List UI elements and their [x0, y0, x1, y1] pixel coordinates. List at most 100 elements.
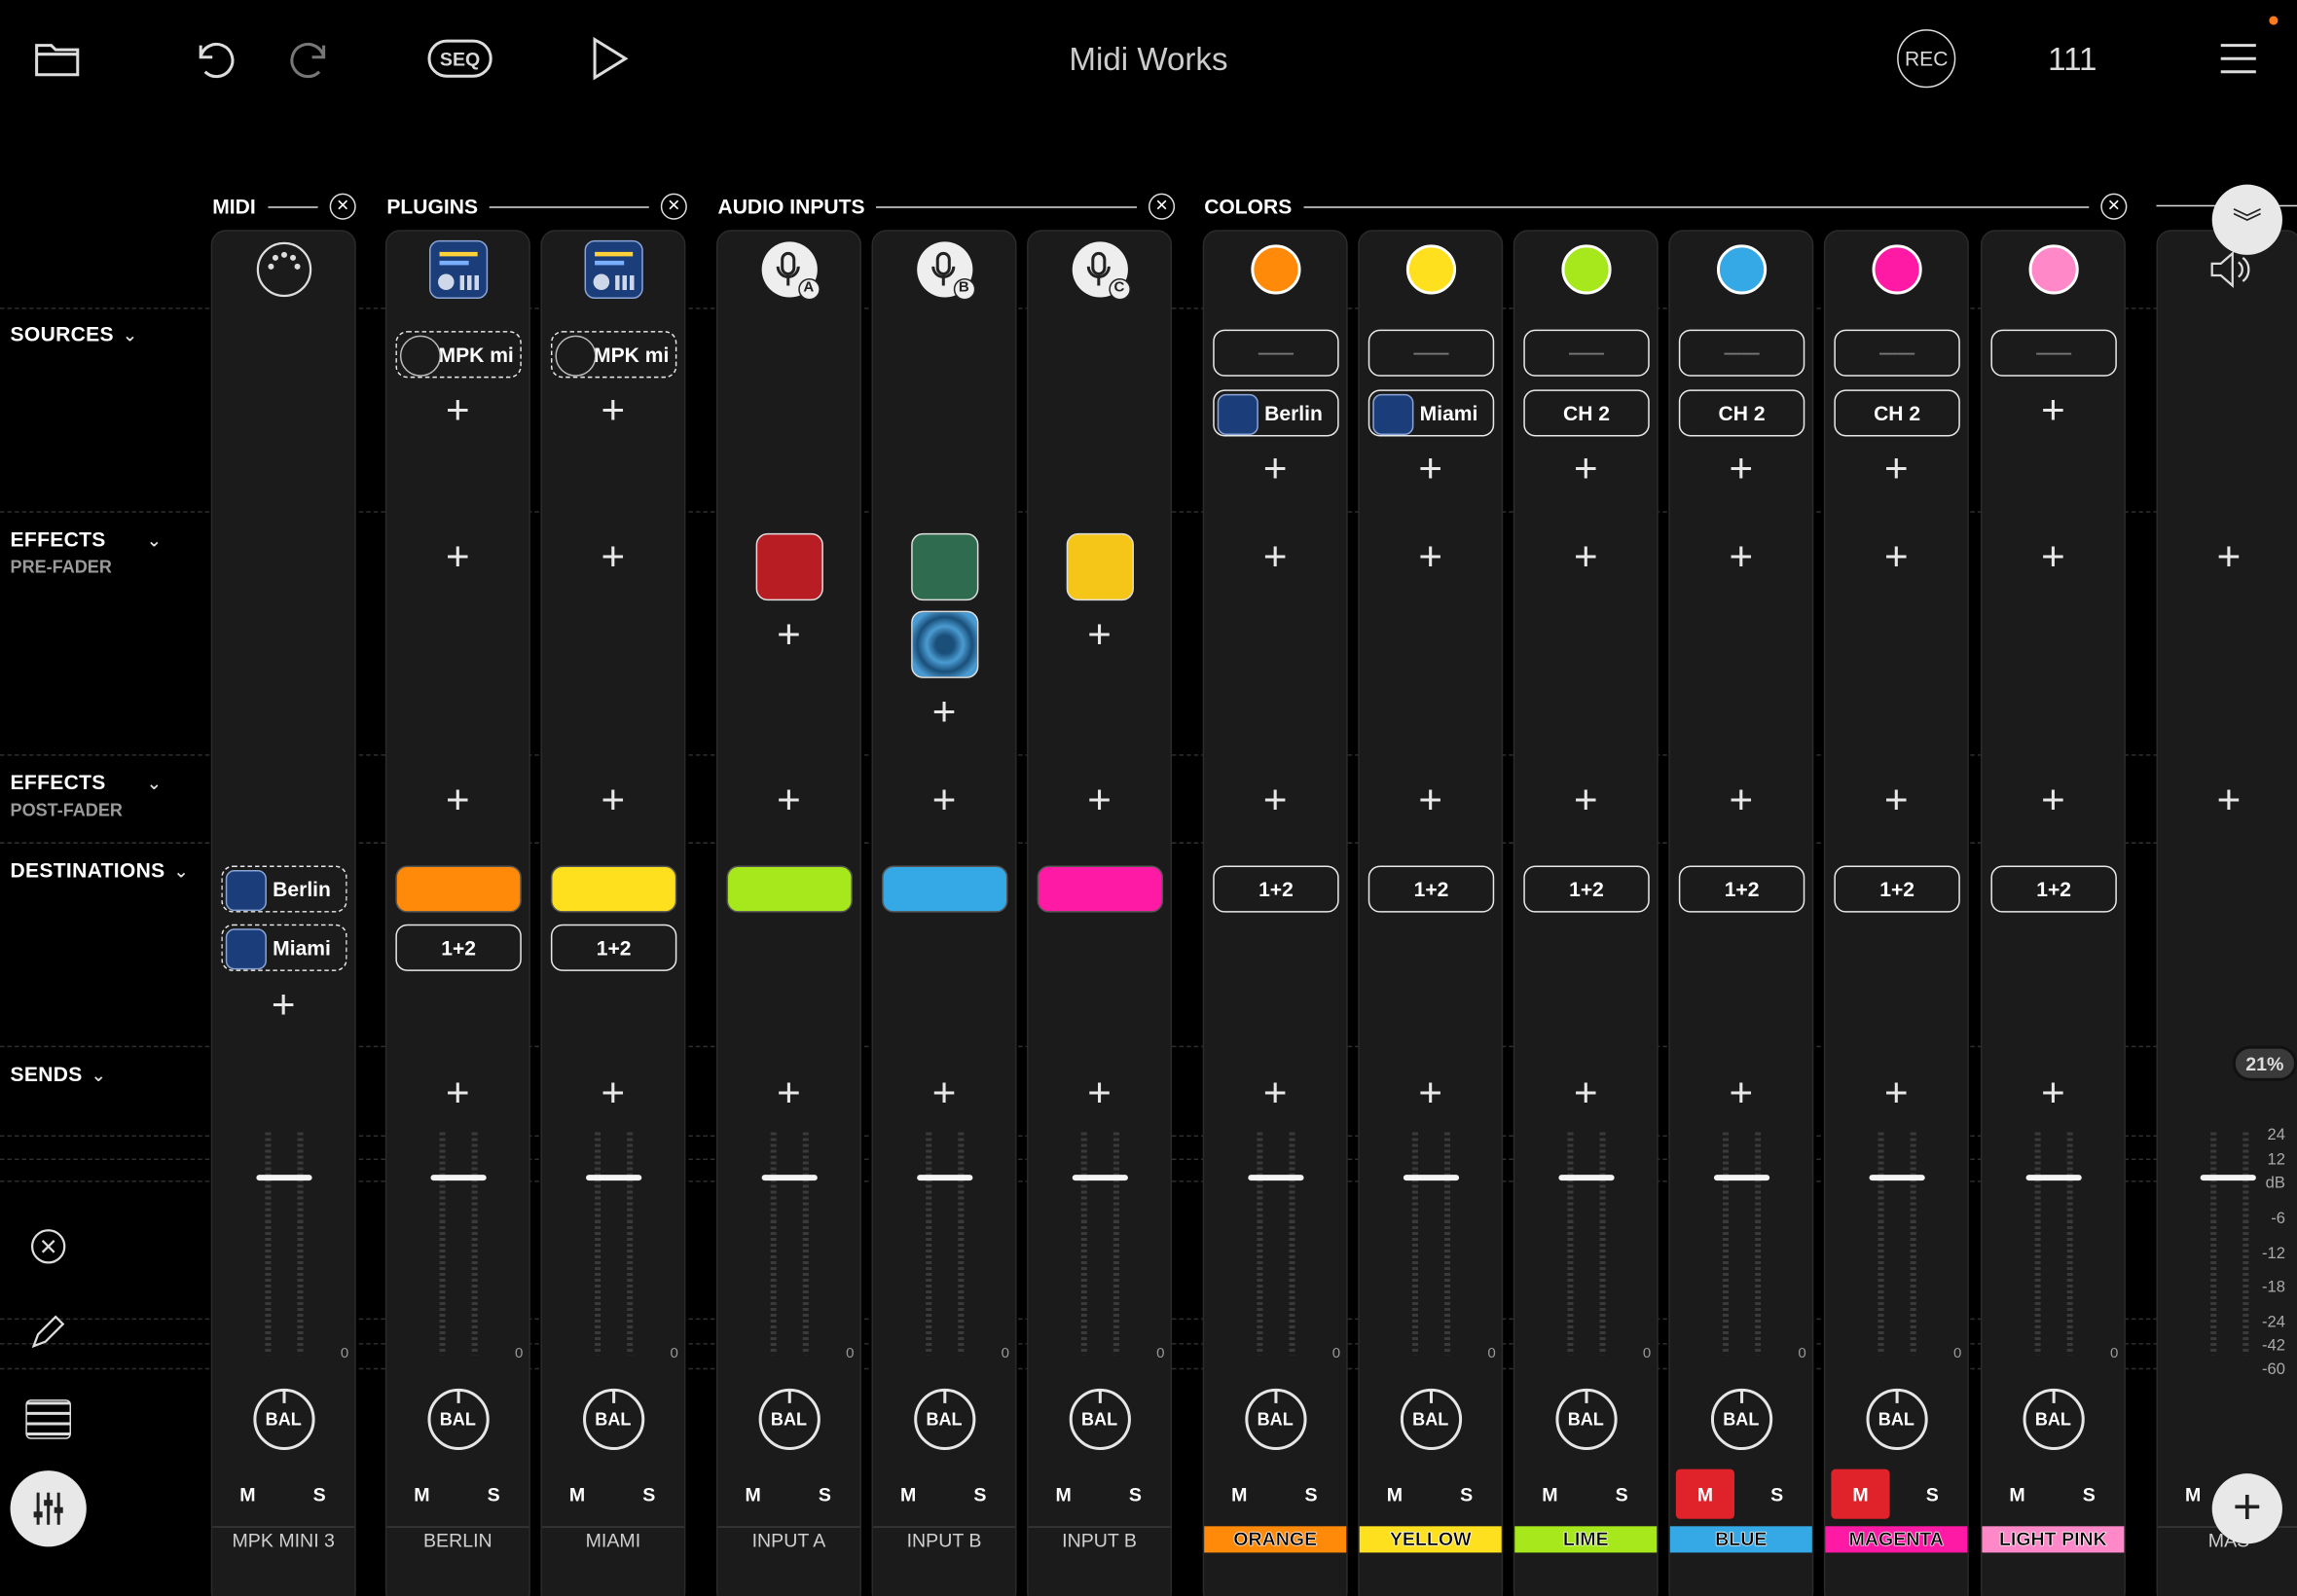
fader-handle[interactable] — [1868, 1175, 1924, 1181]
add-slot-icon[interactable]: + — [1570, 779, 1602, 819]
balance-knob[interactable]: BAL — [1865, 1388, 1927, 1451]
source-slot-empty[interactable]: —— — [1367, 329, 1495, 377]
fader-handle[interactable] — [760, 1175, 818, 1181]
fader-handle[interactable] — [1247, 1175, 1303, 1181]
collapse-group-icon[interactable]: ✕ — [329, 193, 356, 220]
source-slot[interactable]: CH 2 — [1678, 389, 1805, 437]
source-slot-empty[interactable]: —— — [1523, 329, 1650, 377]
collapse-icon[interactable]: ⌄ — [91, 1065, 106, 1085]
add-slot-icon[interactable]: + — [1725, 1071, 1757, 1112]
balance-knob[interactable]: BAL — [426, 1388, 489, 1451]
collapse-group-icon[interactable]: ✕ — [2100, 193, 2128, 220]
add-slot-icon[interactable]: + — [597, 535, 629, 576]
add-slot-icon[interactable]: + — [1570, 535, 1602, 576]
mute-button[interactable]: M — [1987, 1469, 2046, 1519]
add-slot-icon[interactable]: + — [1259, 535, 1292, 576]
channel-name[interactable]: ORANGE — [1204, 1526, 1347, 1553]
add-slot-icon[interactable]: + — [1725, 779, 1757, 819]
close-circle-icon[interactable] — [20, 1218, 76, 1274]
destination-slot[interactable]: Miami — [221, 924, 347, 971]
balance-knob[interactable]: BAL — [2022, 1388, 2085, 1451]
destination-slot[interactable]: 1+2 — [1523, 865, 1650, 913]
add-slot-icon[interactable]: + — [1414, 448, 1446, 489]
reverb-plugin-icon[interactable] — [910, 610, 978, 678]
destination-slot[interactable]: 1+2 — [395, 924, 522, 971]
solo-button[interactable]: S — [951, 1469, 1009, 1519]
color-dot-icon[interactable] — [1402, 240, 1460, 299]
balance-knob[interactable]: BAL — [582, 1388, 644, 1451]
add-slot-icon[interactable]: + — [597, 779, 629, 819]
mute-button[interactable]: M — [1210, 1469, 1268, 1519]
volume-fader[interactable]: 0 — [212, 1132, 354, 1362]
tracks-view-icon[interactable] — [20, 1392, 76, 1447]
mixer-view-icon[interactable] — [10, 1470, 87, 1547]
fader-handle[interactable] — [916, 1175, 972, 1181]
midi-port-icon[interactable] — [254, 240, 312, 299]
add-slot-icon[interactable]: + — [1725, 448, 1757, 489]
add-slot-icon[interactable]: + — [2212, 535, 2244, 576]
add-slot-icon[interactable]: + — [928, 1071, 960, 1112]
collapse-all-icon[interactable]: ︾ — [2211, 184, 2282, 255]
solo-button[interactable]: S — [1592, 1469, 1651, 1519]
source-slot[interactable]: CH 2 — [1834, 389, 1960, 437]
channel-name[interactable]: INPUT B — [873, 1526, 1016, 1552]
collapse-icon[interactable]: ⌄ — [173, 861, 188, 882]
color-dot-icon[interactable] — [1556, 240, 1615, 299]
solo-button[interactable]: S — [620, 1469, 678, 1519]
add-slot-icon[interactable]: + — [1570, 448, 1602, 489]
effects-pre-section[interactable]: EFFECTS ⌄ — [11, 527, 163, 551]
collapse-group-icon[interactable]: ✕ — [1148, 193, 1176, 220]
volume-fader[interactable]: 0 — [717, 1132, 859, 1362]
color-destination[interactable] — [550, 865, 677, 913]
sources-section[interactable]: SOURCES ⌄ — [11, 322, 138, 345]
add-slot-icon[interactable]: + — [1414, 1071, 1446, 1112]
destination-slot[interactable]: 1+2 — [1678, 865, 1805, 913]
color-destination[interactable] — [395, 865, 522, 913]
add-slot-icon[interactable]: + — [1880, 448, 1913, 489]
solo-button[interactable]: S — [1748, 1469, 1806, 1519]
balance-knob[interactable]: BAL — [1244, 1388, 1306, 1451]
add-slot-icon[interactable]: + — [928, 779, 960, 819]
solo-button[interactable]: S — [464, 1469, 523, 1519]
mute-button[interactable]: M — [879, 1469, 937, 1519]
source-slot-empty[interactable]: —— — [1213, 329, 1339, 377]
channel-name[interactable]: BLUE — [1669, 1526, 1812, 1553]
add-slot-icon[interactable]: + — [928, 691, 960, 732]
add-slot-icon[interactable]: + — [2037, 535, 2069, 576]
microphone-icon[interactable]: A — [759, 240, 820, 301]
add-slot-icon[interactable]: + — [442, 389, 474, 430]
mute-button[interactable]: M — [1675, 1469, 1735, 1519]
add-slot-icon[interactable]: + — [442, 779, 474, 819]
destination-slot[interactable]: 1+2 — [1834, 865, 1960, 913]
synth-plugin-icon[interactable] — [583, 239, 642, 300]
add-slot-icon[interactable]: + — [442, 1071, 474, 1112]
destination-slot[interactable]: 1+2 — [1990, 865, 2117, 913]
solo-button[interactable]: S — [290, 1469, 348, 1519]
channel-name[interactable]: BERLIN — [386, 1526, 529, 1552]
fader-handle[interactable] — [585, 1175, 641, 1181]
sends-section[interactable]: SENDS ⌄ — [11, 1062, 107, 1085]
menu-icon[interactable] — [2215, 38, 2262, 79]
mute-button[interactable]: M — [1366, 1469, 1424, 1519]
mute-button[interactable]: M — [548, 1469, 606, 1519]
collapse-icon[interactable]: ⌄ — [147, 530, 162, 551]
fader-handle[interactable] — [429, 1175, 486, 1181]
destination-slot[interactable]: Berlin — [221, 865, 347, 913]
add-slot-icon[interactable]: + — [1083, 779, 1115, 819]
fader-handle[interactable] — [1713, 1175, 1769, 1181]
color-dot-icon[interactable] — [1246, 240, 1304, 299]
add-slot-icon[interactable]: + — [773, 779, 805, 819]
channel-name[interactable]: INPUT B — [1028, 1526, 1171, 1552]
solo-button[interactable]: S — [1903, 1469, 1961, 1519]
collapse-icon[interactable]: ⌄ — [123, 325, 137, 345]
mute-button[interactable]: M — [1520, 1469, 1579, 1519]
channel-name[interactable]: LIME — [1514, 1526, 1658, 1553]
channel-name[interactable]: INPUT A — [717, 1526, 860, 1552]
balance-knob[interactable]: BAL — [252, 1388, 314, 1451]
add-slot-icon[interactable]: + — [442, 535, 474, 576]
mute-button[interactable]: M — [1831, 1469, 1890, 1519]
add-slot-icon[interactable]: + — [1259, 1071, 1292, 1112]
volume-fader[interactable]: 0 — [873, 1132, 1015, 1362]
channel-name[interactable]: LIGHT PINK — [1982, 1526, 2125, 1553]
solo-button[interactable]: S — [2060, 1469, 2118, 1519]
